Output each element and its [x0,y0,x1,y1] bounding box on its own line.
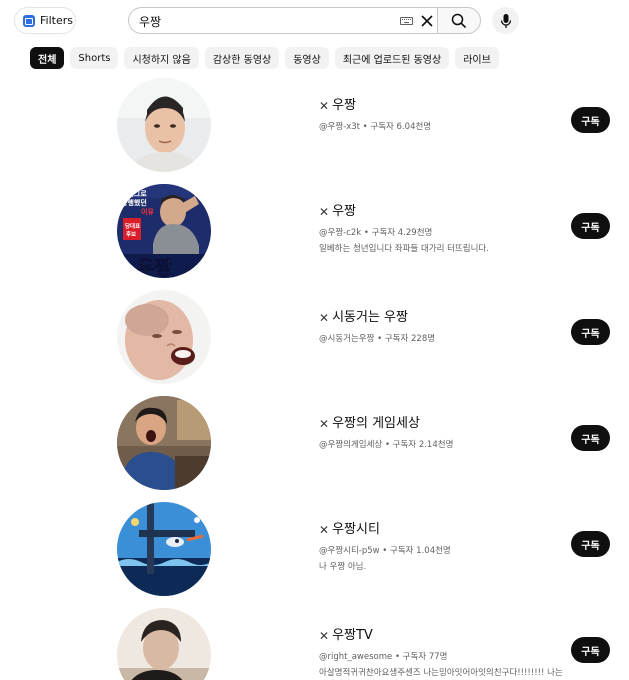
avatar-badge-text: 후보 [126,230,136,238]
subscribe-button[interactable]: 구독 [571,425,610,451]
avatar-text: 이유 [141,207,154,216]
channel-result: ✕ 우짱의 게임세상 @우짱의게임세상 • 구독자 2.14천명 구독 [0,393,629,499]
channel-info: ✕ 우짱 @우짱-c2k • 구독자 4.29천명 일베하는 청년입니다 좌파들… [319,203,564,255]
search-input[interactable] [139,12,389,30]
channel-title[interactable]: ✕ 우짱시티 [319,521,564,539]
channel-avatar[interactable] [117,502,211,596]
microphone-icon [500,13,511,28]
channel-result: ✕ 우짱시티 @우짱시티-p5w • 구독자 1.04천명 나 우짱 아님. 구… [0,499,629,605]
channel-info: ✕ 우짱 @우짱-x3t • 구독자 6.04천명 [319,97,564,133]
channel-title[interactable]: ✕ 우짱TV [319,627,564,645]
subscribe-button[interactable]: 구독 [571,107,610,133]
channel-result: ✕ 우짱TV @right_awesome • 구독자 77명 아살명적귀귀찬아… [0,605,629,680]
x-mark-icon: ✕ [319,311,330,325]
channel-description: 나 우짱 아님. [319,562,367,572]
search-button[interactable] [437,7,481,34]
subscribe-button[interactable]: 구독 [571,213,610,239]
channel-meta: @right_awesome • 구독자 77명 [319,652,448,662]
chip-all[interactable]: 전체 [30,47,65,69]
avatar-text: 브버그로 [121,189,147,198]
channel-avatar[interactable] [117,290,211,384]
channel-name: 우짱 [332,204,356,219]
channel-description: 아살명적귀귀찬아요생주센즈 나는밍아잇어아잇의친구다!!!!!!!! 나는우짱이… [319,668,563,678]
subscribe-button[interactable]: 구독 [571,319,610,345]
channel-results-list: ✕ 우짱 @우짱-x3t • 구독자 6.04천명 구독 브버그로 동행했던 이… [0,75,629,680]
channel-avatar[interactable] [117,396,211,490]
channel-info: ✕ 시동거는 우짱 @시동거는우짱 • 구독자 228명 [319,309,564,345]
chip-unwatched[interactable]: 시청하지 않음 [124,47,199,69]
x-mark-icon: ✕ [319,99,330,113]
chip-videos[interactable]: 동영상 [285,47,329,69]
search-icon [451,13,467,28]
channel-title[interactable]: ✕ 우짱 [319,203,564,221]
x-mark-icon: ✕ [319,523,330,537]
subscribe-button[interactable]: 구독 [571,531,610,557]
channel-result: ✕ 시동거는 우짱 @시동거는우짱 • 구독자 228명 구독 [0,287,629,393]
channel-title[interactable]: ✕ 우짱의 게임세상 [319,415,564,433]
channel-result: ✕ 우짱 @우짱-x3t • 구독자 6.04천명 구독 [0,75,629,181]
channel-name: 우짱TV [332,628,373,643]
filters-extension-icon [23,14,35,27]
channel-description: 일베하는 청년입니다 좌파들 대가리 터뜨립니다. [319,244,489,254]
channel-info: ✕ 우짱TV @right_awesome • 구독자 77명 아살명적귀귀찬아… [319,627,564,680]
filters-button[interactable]: Filters [14,7,76,34]
voice-search-button[interactable] [492,7,519,34]
avatar-title-text: 우짱 [137,257,172,278]
x-mark-icon: ✕ [319,205,330,219]
filter-chips: 전체 Shorts 시청하지 않음 감상한 동영상 동영상 최근에 업로드된 동… [30,47,499,69]
channel-name: 시동거는 우짱 [332,310,408,325]
channel-meta: @우짱시티-p5w • 구독자 1.04천명 [319,546,451,556]
channel-name: 우짱 [332,98,356,113]
channel-meta: @우짱-c2k • 구독자 4.29천명 [319,228,433,238]
channel-avatar[interactable] [117,78,211,172]
channel-title[interactable]: ✕ 시동거는 우짱 [319,309,564,327]
channel-avatar[interactable] [117,608,211,680]
chip-shorts[interactable]: Shorts [70,47,119,69]
avatar-text: 동행했던 [121,198,147,207]
keyboard-icon[interactable] [400,17,413,25]
filters-label: Filters [40,14,73,27]
search-box [128,7,438,34]
channel-avatar[interactable]: 브버그로 동행했던 이유 당대표 후보 우짱 [117,184,211,278]
channel-meta: @우짱-x3t • 구독자 6.04천명 [319,122,432,132]
clear-search-icon[interactable] [419,13,435,29]
search-results-page: Filters 전체 Shorts 시청하지 않음 감상한 동영상 동영상 최근… [0,0,629,680]
channel-info: ✕ 우짱의 게임세상 @우짱의게임세상 • 구독자 2.14천명 [319,415,564,451]
channel-name: 우짱의 게임세상 [332,416,420,431]
channel-title[interactable]: ✕ 우짱 [319,97,564,115]
channel-meta: @우짱의게임세상 • 구독자 2.14천명 [319,440,454,450]
chip-live[interactable]: 라이브 [455,47,499,69]
chip-watched[interactable]: 감상한 동영상 [204,47,280,69]
x-mark-icon: ✕ [319,629,330,643]
avatar-badge-text: 당대표 [125,222,140,230]
subscribe-button[interactable]: 구독 [571,637,610,663]
channel-result: 브버그로 동행했던 이유 당대표 후보 우짱 ✕ 우짱 @우짱-c2k • 구독… [0,181,629,287]
chip-recently-uploaded[interactable]: 최근에 업로드된 동영상 [334,47,450,69]
channel-meta: @시동거는우짱 • 구독자 228명 [319,334,436,344]
channel-name: 우짱시티 [332,522,380,537]
channel-info: ✕ 우짱시티 @우짱시티-p5w • 구독자 1.04천명 나 우짱 아님. [319,521,564,573]
x-mark-icon: ✕ [319,417,330,431]
